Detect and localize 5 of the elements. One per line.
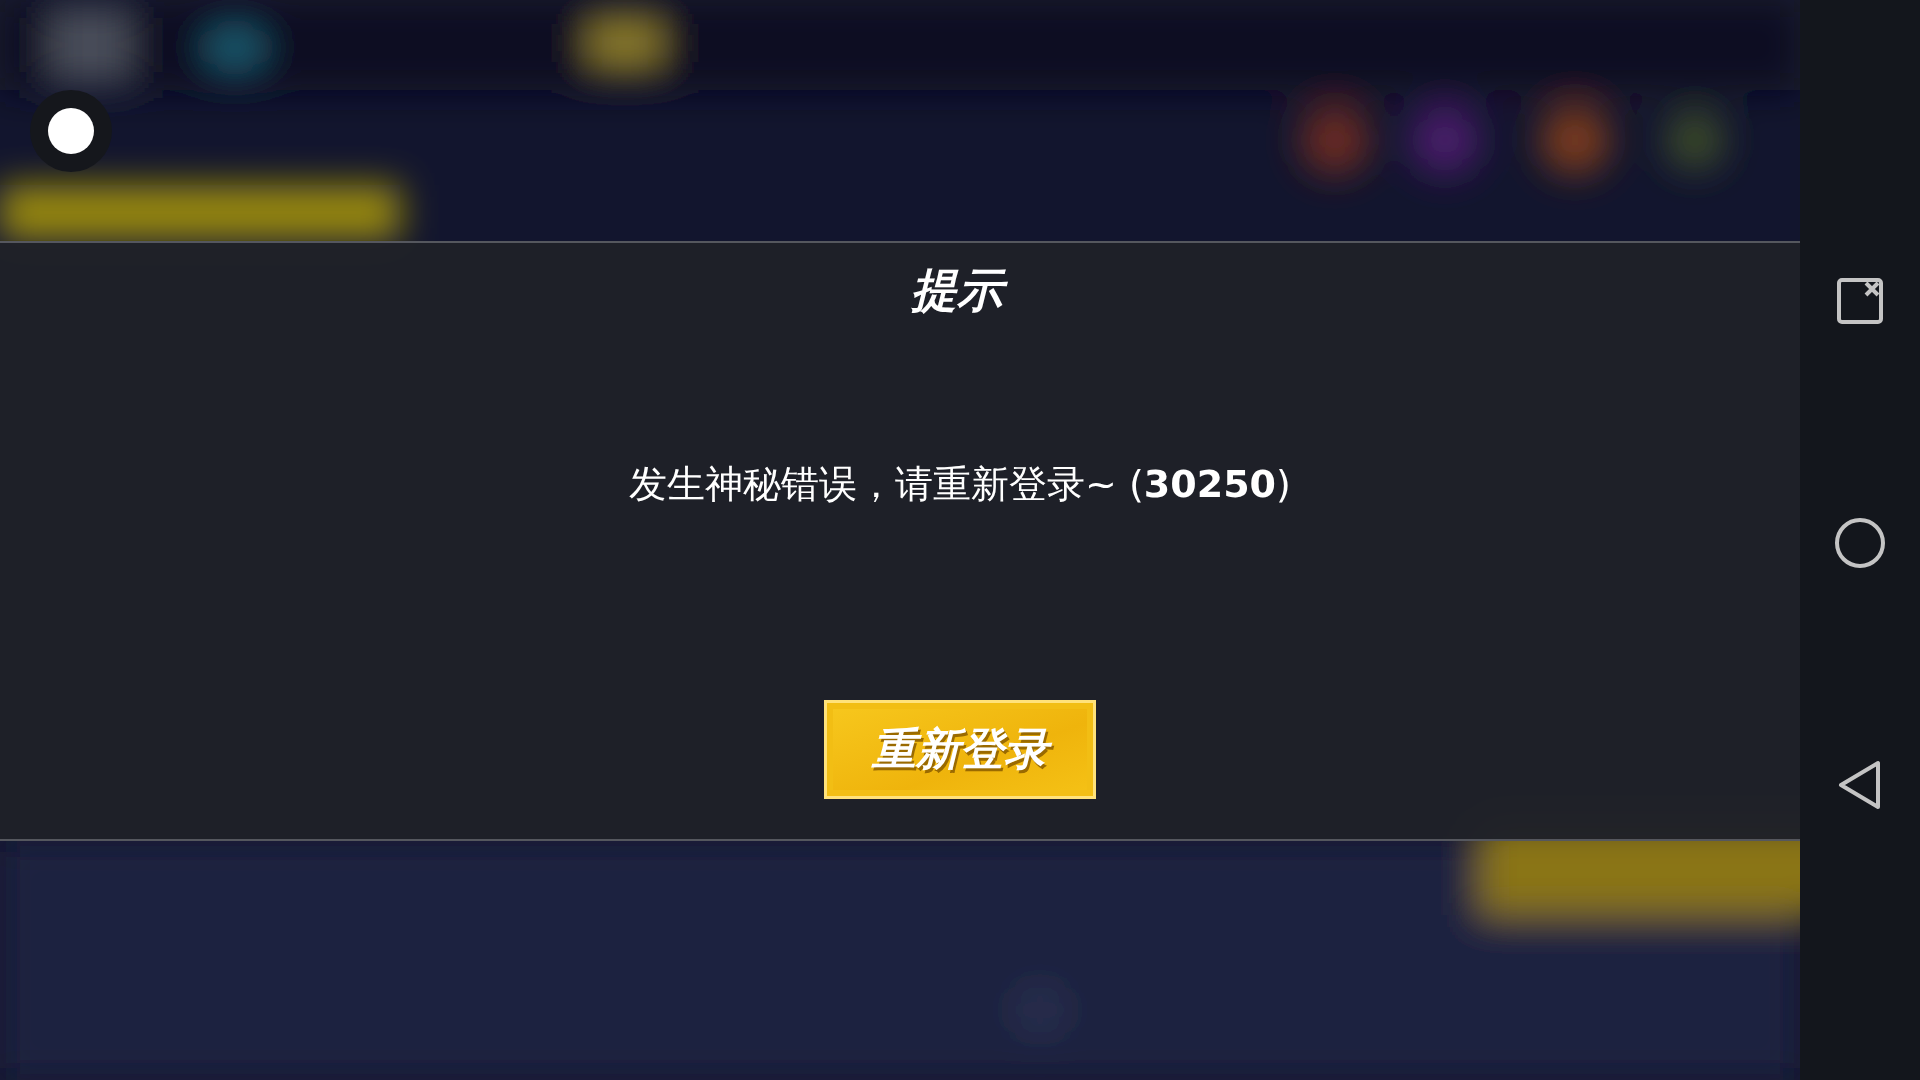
close-window-icon[interactable] [1834, 275, 1886, 327]
dialog-title: 提示 [907, 261, 1013, 325]
home-icon[interactable] [1834, 517, 1886, 569]
relogin-button[interactable]: 重新登录 [824, 699, 1096, 799]
error-message: 发生神秘错误，请重新登录~ (30250) [629, 460, 1291, 508]
